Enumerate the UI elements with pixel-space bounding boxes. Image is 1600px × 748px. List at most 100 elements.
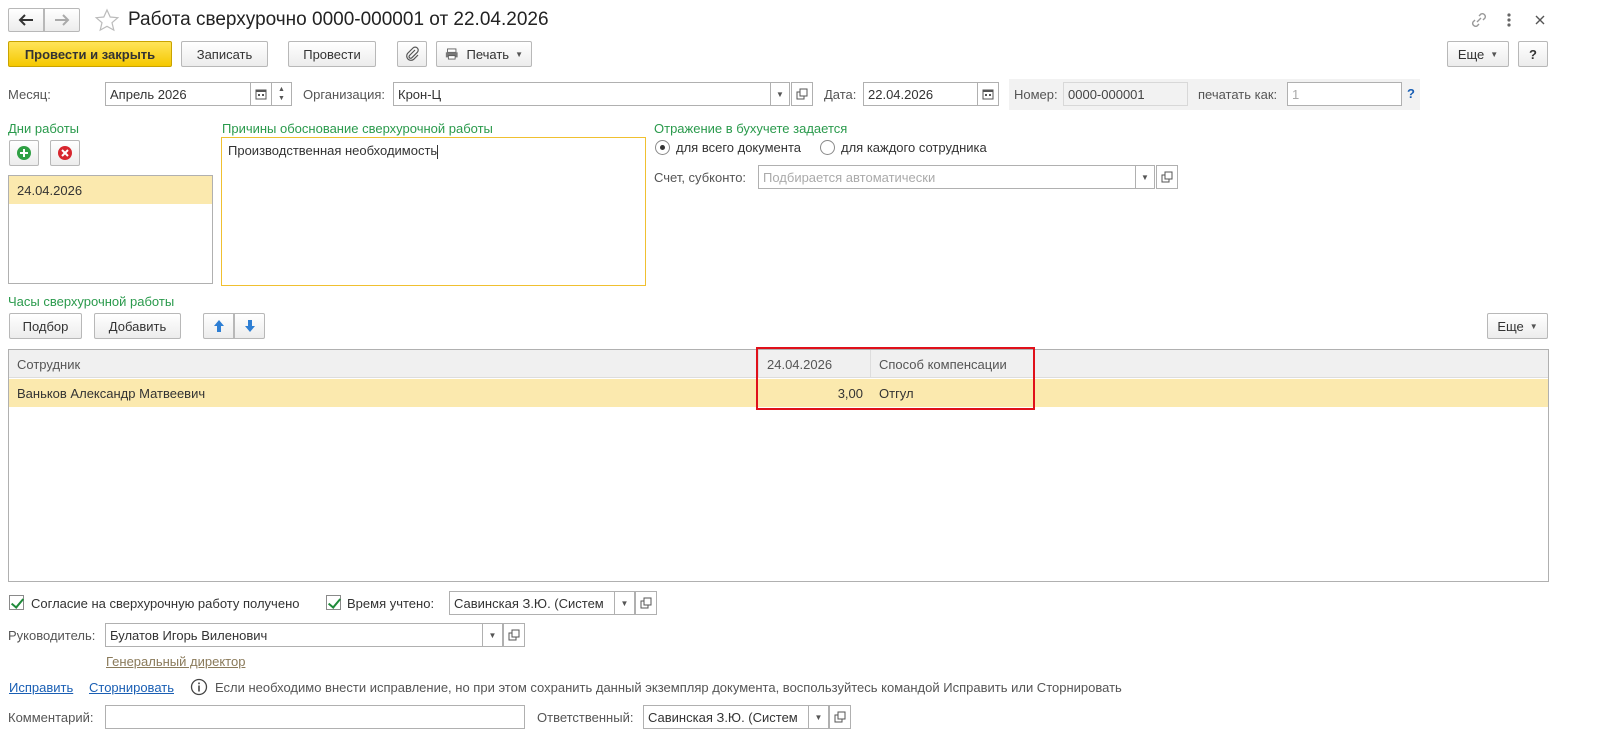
list-item[interactable]: 24.04.2026: [9, 176, 212, 204]
fix-link[interactable]: Исправить: [9, 680, 73, 695]
responsible-dropdown-button[interactable]: ▼: [808, 705, 829, 729]
consent-label[interactable]: Согласие на сверхурочную работу получено: [31, 596, 299, 611]
reasons-title: Причины обоснование сверхурочной работы: [222, 121, 493, 136]
month-stepper[interactable]: ▲ ▼: [271, 82, 292, 106]
account-input[interactable]: Подбирается автоматически: [758, 165, 1136, 189]
link-icon[interactable]: [1469, 10, 1489, 30]
post-and-close-button[interactable]: Провести и закрыть: [8, 41, 172, 67]
info-text: Если необходимо внести исправление, но п…: [215, 680, 1122, 695]
manager-label: Руководитель:: [8, 628, 96, 643]
radio-each-employee[interactable]: [820, 140, 835, 155]
close-icon[interactable]: [1530, 10, 1550, 30]
hours-title: Часы сверхурочной работы: [8, 294, 175, 309]
arrow-up-icon: [213, 320, 224, 332]
more-button[interactable]: Еще ▼: [1447, 41, 1509, 67]
caret-down-icon: ▼: [1141, 172, 1149, 182]
open-window-icon: [834, 711, 846, 723]
account-open-button[interactable]: [1156, 165, 1178, 189]
save-button[interactable]: Записать: [181, 41, 268, 67]
radio-each-employee-label[interactable]: для каждого сотрудника: [841, 140, 987, 155]
comment-input[interactable]: [105, 705, 525, 729]
plus-circle-icon: [17, 146, 31, 160]
org-input[interactable]: Крон-Ц: [393, 82, 771, 106]
number-input[interactable]: 0000-000001: [1063, 82, 1188, 106]
account-label: Счет, субконто:: [654, 170, 747, 185]
paperclip-icon: [406, 46, 419, 61]
arrow-right-icon: [55, 14, 70, 26]
month-input[interactable]: Апрель 2026: [105, 82, 251, 106]
days-title: Дни работы: [8, 121, 80, 136]
org-dropdown-button[interactable]: ▼: [770, 82, 790, 106]
radio-whole-document-label[interactable]: для всего документа: [676, 140, 801, 155]
accounting-title: Отражение в бухучете задается: [654, 121, 848, 136]
print-as-placeholder: 1: [1292, 86, 1300, 102]
highlight-box: [756, 347, 1035, 410]
stepper-down-icon: ▼: [278, 95, 285, 102]
date-label: Дата:: [824, 87, 857, 102]
responsible-input[interactable]: Савинская З.Ю. (Систем: [643, 705, 809, 729]
consent-checkbox[interactable]: [9, 595, 24, 610]
select-button[interactable]: Подбор: [9, 313, 82, 339]
text-cursor: [437, 144, 439, 159]
time-accounted-checkbox[interactable]: [326, 595, 341, 610]
manager-input[interactable]: Булатов Игорь Виленович: [105, 623, 483, 647]
manager-open-button[interactable]: [503, 623, 525, 647]
attach-button[interactable]: [397, 41, 427, 67]
responsible-open-button[interactable]: [829, 705, 851, 729]
caret-down-icon: ▼: [814, 712, 823, 722]
account-dropdown-button[interactable]: ▼: [1135, 165, 1155, 189]
print-as-input[interactable]: 1: [1287, 82, 1402, 106]
calendar-button[interactable]: [250, 82, 272, 106]
days-list[interactable]: 24.04.2026: [8, 175, 213, 284]
time-dropdown-button[interactable]: ▼: [614, 591, 635, 615]
delete-circle-icon: [58, 146, 72, 160]
reasons-text: Производственная необходимость: [228, 143, 438, 158]
favorite-star-icon[interactable]: [94, 8, 120, 32]
printer-icon: [445, 48, 458, 60]
move-up-button[interactable]: [203, 313, 234, 339]
radio-whole-document[interactable]: [655, 140, 670, 155]
hours-more-button[interactable]: Еще ▼: [1487, 313, 1548, 339]
back-button[interactable]: [8, 8, 44, 32]
caret-down-icon: ▼: [1529, 321, 1538, 331]
move-down-button[interactable]: [234, 313, 265, 339]
number-label: Номер:: [1014, 87, 1058, 102]
time-accounted-input[interactable]: Савинская З.Ю. (Систем: [449, 591, 615, 615]
add-day-button[interactable]: [9, 140, 39, 166]
caret-down-icon: ▼: [515, 49, 523, 59]
window-title: Работа сверхурочно 0000-000001 от 22.04.…: [128, 9, 549, 30]
post-button[interactable]: Провести: [288, 41, 376, 67]
calendar-icon: [982, 89, 994, 100]
caret-down-icon: ▼: [1490, 49, 1499, 59]
print-button[interactable]: Печать ▼: [436, 41, 532, 67]
date-calendar-button[interactable]: [977, 82, 999, 106]
comment-label: Комментарий:: [8, 710, 94, 725]
storno-link[interactable]: Сторнировать: [89, 680, 174, 695]
calendar-icon: [255, 89, 267, 100]
add-button[interactable]: Добавить: [94, 313, 181, 339]
col-employee[interactable]: Сотрудник: [9, 350, 759, 378]
open-window-icon: [508, 629, 520, 641]
info-icon: [190, 678, 208, 696]
open-window-icon: [796, 88, 808, 100]
more-vertical-icon[interactable]: [1502, 10, 1516, 30]
stepper-up-icon: ▲: [278, 86, 285, 93]
org-label: Организация:: [303, 87, 386, 102]
time-accounted-label[interactable]: Время учтено:: [347, 596, 434, 611]
print-as-label: печатать как:: [1198, 87, 1278, 102]
more-label: Еще: [1497, 318, 1524, 334]
arrow-left-icon: [18, 14, 33, 26]
help-mark[interactable]: ?: [1407, 86, 1415, 101]
month-label: Месяц:: [8, 87, 51, 102]
date-input[interactable]: 22.04.2026: [863, 82, 978, 106]
help-button[interactable]: ?: [1518, 41, 1548, 67]
more-label: Еще: [1457, 46, 1485, 62]
reasons-textarea[interactable]: Производственная необходимость: [221, 137, 646, 286]
open-window-icon: [640, 597, 652, 609]
manager-dropdown-button[interactable]: ▼: [482, 623, 503, 647]
manager-position-link[interactable]: Генеральный директор: [106, 654, 245, 669]
forward-button[interactable]: [44, 8, 80, 32]
org-open-button[interactable]: [791, 82, 813, 106]
delete-day-button[interactable]: [50, 140, 80, 166]
time-open-button[interactable]: [635, 591, 657, 615]
